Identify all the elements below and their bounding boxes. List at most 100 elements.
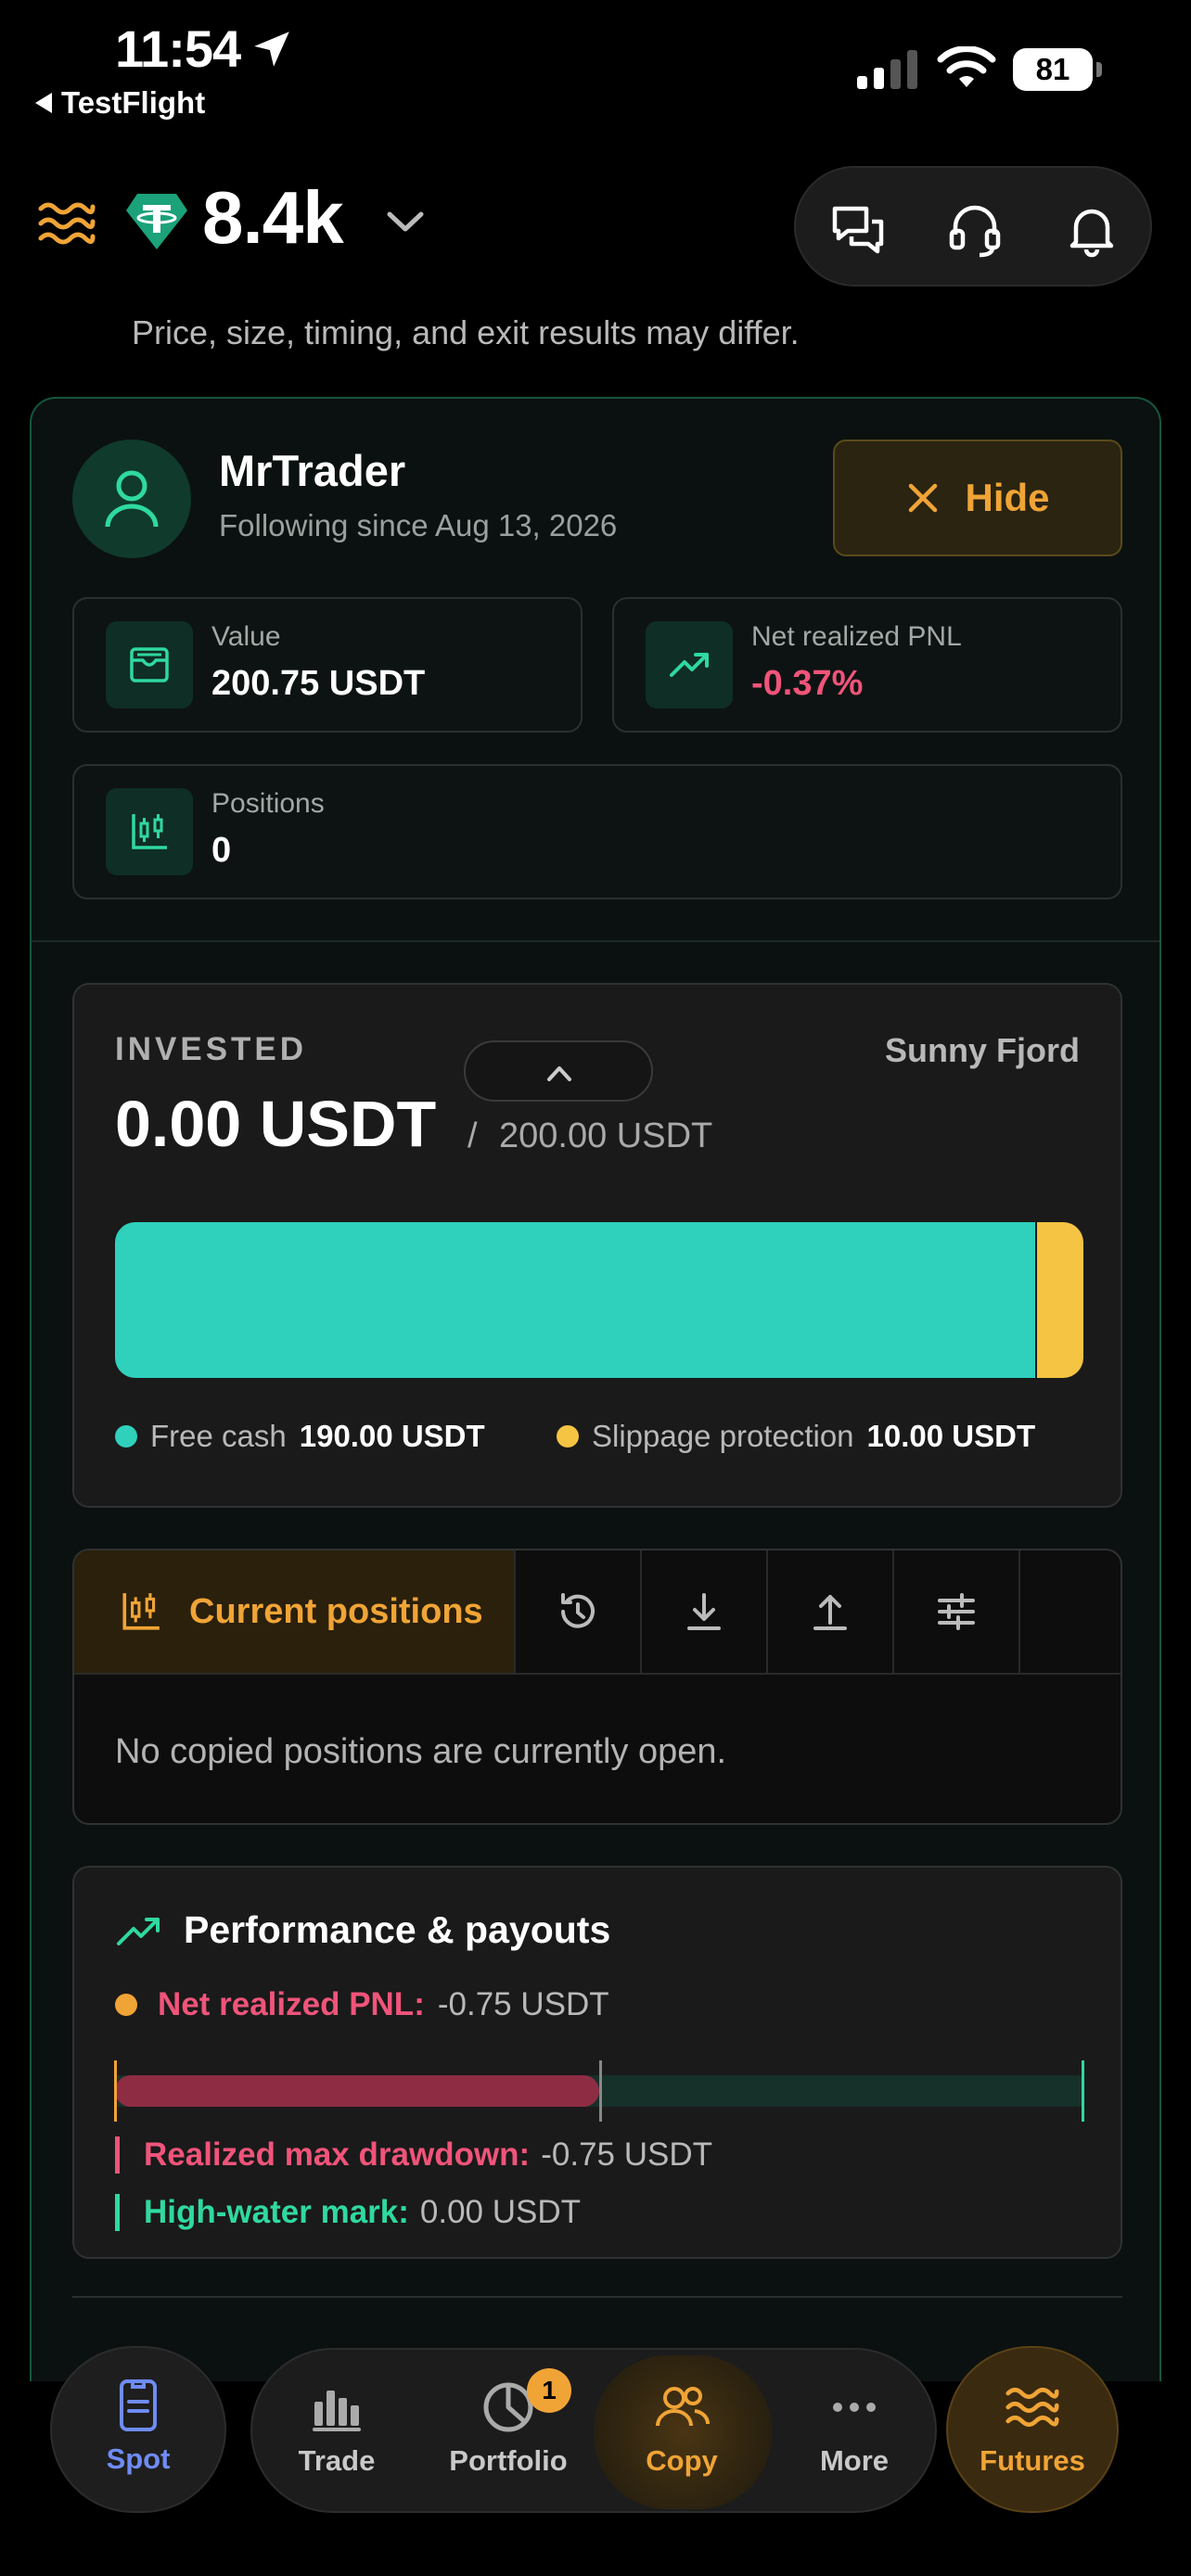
trader-card: MrTrader Following since Aug 13, 2026 Hi… bbox=[30, 397, 1161, 2381]
nav-futures-item[interactable]: Futures bbox=[946, 2379, 1119, 2478]
stat-positions-card: Positions 0 bbox=[72, 764, 1122, 899]
status-time: 11:54 bbox=[115, 19, 241, 78]
chevron-down-icon[interactable] bbox=[384, 203, 427, 240]
trending-up-icon bbox=[117, 1918, 160, 1945]
hwm-marker bbox=[1082, 2060, 1084, 2122]
allocation-bar bbox=[115, 1222, 1083, 1378]
positions-card: Current positions No copied positions ar… bbox=[72, 1549, 1122, 1825]
candlestick-chart-icon bbox=[122, 1593, 160, 1630]
free-cash-segment bbox=[115, 1222, 1035, 1378]
free-cash-value: 190.00 USDT bbox=[299, 1419, 485, 1453]
pnl-percent: -0.37% bbox=[751, 664, 864, 703]
pnl-marker bbox=[114, 2060, 117, 2122]
battery-indicator: 81 bbox=[1013, 48, 1102, 91]
empty-positions-message: No copied positions are currently open. bbox=[115, 1732, 727, 1771]
wallet-icon-box bbox=[106, 621, 193, 708]
nav-copy[interactable]: Copy bbox=[623, 2379, 740, 2478]
balance-amount[interactable]: 8.4k bbox=[202, 175, 344, 261]
portfolio-notification-badge: 1 bbox=[527, 2368, 571, 2413]
positions-label: Positions bbox=[211, 788, 325, 819]
chat-icon[interactable] bbox=[829, 201, 887, 259]
drawdown-row: Realized max drawdown: -0.75 USDT bbox=[115, 2136, 712, 2174]
users-icon bbox=[656, 2387, 710, 2427]
tab-current-positions-label: Current positions bbox=[189, 1591, 483, 1631]
invested-total: 200.00 USDT bbox=[499, 1116, 713, 1155]
legend-slippage: Slippage protection 10.00 USDT bbox=[557, 1419, 1035, 1454]
following-since: Following since Aug 13, 2026 bbox=[219, 508, 618, 542]
candles-icon-box bbox=[106, 788, 193, 875]
free-cash-dot bbox=[115, 1425, 137, 1447]
bell-notification-icon[interactable] bbox=[1063, 201, 1121, 259]
hide-button[interactable]: Hide bbox=[833, 440, 1122, 556]
invested-amount: 0.00 USDT bbox=[115, 1088, 437, 1160]
avatar bbox=[72, 440, 191, 558]
positions-tab-row: Current positions bbox=[74, 1550, 1121, 1675]
drawdown-bar-marker bbox=[115, 2136, 120, 2174]
disclaimer-text: Price, size, timing, and exit results ma… bbox=[132, 313, 800, 351]
nav-more[interactable]: More bbox=[796, 2379, 913, 2478]
zero-marker bbox=[599, 2060, 602, 2122]
back-triangle-icon bbox=[35, 93, 52, 113]
free-cash-label: Free cash bbox=[150, 1419, 287, 1453]
net-pnl-label: Net realized PNL: bbox=[158, 1986, 425, 2022]
pnl-range-track bbox=[114, 2060, 1084, 2122]
legend-free-cash: Free cash 190.00 USDT bbox=[115, 1419, 485, 1454]
value-label: Value bbox=[211, 621, 281, 652]
stat-value-card: Value 200.75 USDT bbox=[72, 597, 583, 733]
invested-slash: / bbox=[467, 1116, 478, 1155]
chevron-up-icon bbox=[547, 1066, 571, 1081]
nav-copy-label: Copy bbox=[646, 2444, 718, 2477]
hwm-bar-marker bbox=[115, 2194, 120, 2231]
close-icon bbox=[909, 483, 938, 513]
wallet-icon bbox=[130, 647, 169, 682]
spot-document-icon bbox=[120, 2379, 157, 2431]
hwm-label: High-water mark: bbox=[144, 2194, 409, 2230]
divider bbox=[72, 2296, 1122, 2298]
pnl-dot bbox=[115, 1994, 137, 2016]
hwm-value: 0.00 USDT bbox=[419, 2194, 582, 2230]
trader-name: MrTrader bbox=[219, 446, 406, 495]
drawdown-label: Realized max drawdown: bbox=[144, 2136, 531, 2173]
history-icon bbox=[561, 1593, 595, 1628]
tab-history[interactable] bbox=[516, 1550, 642, 1673]
waves-logo-icon[interactable] bbox=[37, 194, 96, 253]
tab-current-positions[interactable]: Current positions bbox=[74, 1550, 516, 1673]
more-dots-icon bbox=[833, 2403, 876, 2412]
slippage-dot bbox=[557, 1425, 579, 1447]
nav-spot-item[interactable]: Spot bbox=[50, 2378, 226, 2476]
slippage-value: 10.00 USDT bbox=[866, 1419, 1036, 1453]
trending-up-icon bbox=[670, 653, 709, 677]
sliders-icon bbox=[938, 1593, 975, 1630]
tab-settings[interactable] bbox=[894, 1550, 1020, 1673]
candlestick-chart-icon bbox=[132, 814, 167, 849]
headset-support-icon[interactable] bbox=[946, 201, 1004, 259]
divider bbox=[32, 940, 1159, 942]
nav-more-label: More bbox=[819, 2444, 890, 2477]
download-icon bbox=[687, 1593, 721, 1630]
battery-level: 81 bbox=[1013, 48, 1093, 91]
back-to-testflight[interactable]: TestFlight bbox=[35, 85, 205, 121]
bar-chart-icon bbox=[313, 2391, 361, 2431]
performance-card: Performance & payouts Net realized PNL: … bbox=[72, 1866, 1122, 2259]
tab-upload[interactable] bbox=[768, 1550, 894, 1673]
waves-icon bbox=[1005, 2387, 1059, 2428]
stat-pnl-card: Net realized PNL -0.37% bbox=[612, 597, 1122, 733]
drawdown-fill bbox=[115, 2075, 599, 2107]
tab-download[interactable] bbox=[642, 1550, 768, 1673]
performance-title: Performance & payouts bbox=[184, 1908, 611, 1951]
cellular-signal-icon bbox=[857, 50, 917, 89]
nav-futures-label: Futures bbox=[980, 2444, 1085, 2477]
nav-trade[interactable]: Trade bbox=[278, 2379, 395, 2478]
collapse-toggle[interactable] bbox=[464, 1040, 653, 1102]
hwm-row: High-water mark: 0.00 USDT bbox=[115, 2194, 581, 2231]
app-header: 8.4k bbox=[0, 162, 1191, 292]
usdt-diamond-icon bbox=[126, 194, 187, 249]
nav-portfolio-label: Portfolio bbox=[449, 2444, 568, 2477]
net-pnl-row: Net realized PNL: -0.75 USDT bbox=[115, 1986, 609, 2023]
net-pnl-value: -0.75 USDT bbox=[437, 1986, 609, 2022]
drawdown-value: -0.75 USDT bbox=[541, 2136, 712, 2173]
positions-count: 0 bbox=[211, 831, 232, 870]
slippage-label: Slippage protection bbox=[592, 1419, 854, 1453]
back-app-label: TestFlight bbox=[61, 85, 206, 120]
value-amount: 200.75 USDT bbox=[211, 664, 426, 703]
